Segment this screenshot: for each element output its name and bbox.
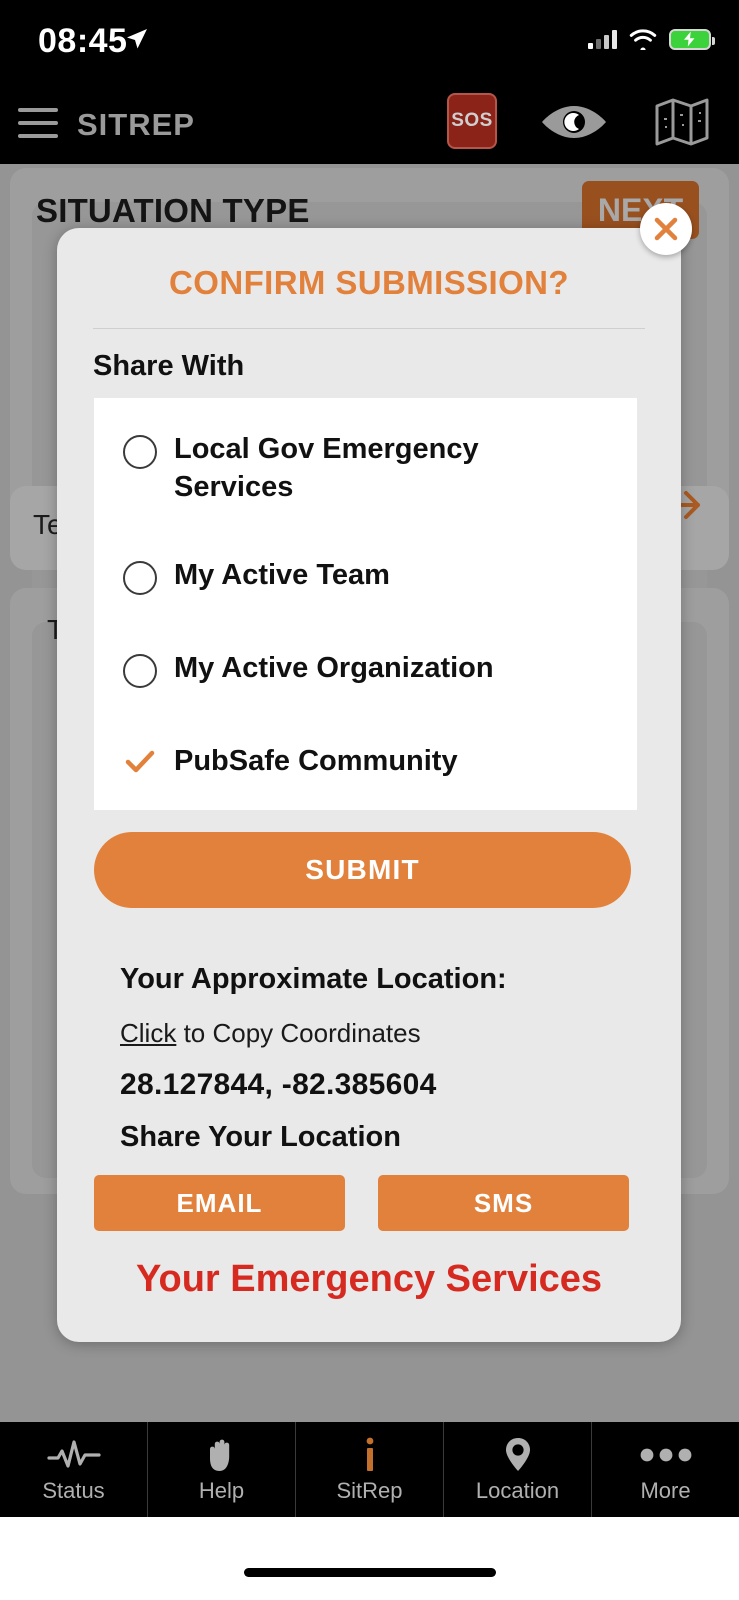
wifi-icon (629, 29, 657, 50)
radio-unchecked-icon[interactable] (123, 435, 157, 469)
hand-icon (205, 1436, 239, 1474)
checkmark-icon[interactable] (123, 745, 157, 779)
status-bar-indicators (588, 28, 715, 50)
ellipsis-icon (639, 1436, 693, 1474)
home-indicator-area (0, 1517, 739, 1600)
share-option-my-active-organization[interactable]: My Active Organization (94, 649, 637, 688)
tab-location[interactable]: Location (444, 1422, 592, 1517)
copy-coordinates-rest: to Copy Coordinates (176, 1018, 421, 1048)
location-arrow-icon (127, 29, 147, 49)
radio-unchecked-icon[interactable] (123, 561, 157, 595)
confirm-submission-modal: CONFIRM SUBMISSION? Share With Local Gov… (57, 228, 681, 1342)
share-option-label: My Active Organization (174, 652, 494, 684)
share-option-label: PubSafe Community (174, 745, 458, 777)
share-options-panel: Local Gov Emergency Services My Active T… (94, 398, 637, 810)
tab-label: Help (198, 1477, 245, 1503)
app-header-bar: SITREP (0, 82, 739, 164)
page-title: SITUATION TYPE (36, 192, 310, 229)
pulse-waveform-icon (46, 1436, 102, 1474)
night-vision-eye-icon[interactable] (538, 103, 610, 141)
radio-unchecked-icon[interactable] (123, 654, 157, 688)
email-share-button[interactable]: EMAIL (94, 1175, 345, 1231)
coordinates-value: 28.127844, -82.385604 (120, 1068, 437, 1101)
close-x-icon (654, 217, 678, 241)
modal-title: CONFIRM SUBMISSION? (169, 264, 569, 301)
tab-label: SitRep (336, 1477, 403, 1503)
hamburger-menu-icon[interactable] (18, 108, 58, 138)
tab-sitrep[interactable]: SitRep (296, 1422, 444, 1517)
map-pin-icon (503, 1436, 533, 1474)
status-bar-time: 08:45 (38, 22, 128, 60)
emergency-services-text: Your Emergency Services (135, 1258, 603, 1300)
info-i-icon (361, 1436, 379, 1474)
share-with-label: Share With (93, 350, 245, 382)
sos-button[interactable]: SOS (447, 93, 497, 149)
status-bar: 08:45 (0, 0, 739, 82)
share-option-my-active-team[interactable]: My Active Team (94, 556, 637, 595)
tab-label: Location (475, 1477, 560, 1503)
tab-label: Status (42, 1477, 105, 1503)
modal-divider (93, 328, 645, 329)
share-option-local-gov[interactable]: Local Gov Emergency Services (94, 430, 637, 506)
tab-help[interactable]: Help (148, 1422, 296, 1517)
cellular-signal-icon (588, 29, 617, 49)
map-icon[interactable] (655, 97, 709, 147)
share-option-label: Local Gov Emergency Services (174, 433, 479, 503)
copy-coordinates-click-word[interactable]: Click (120, 1018, 176, 1048)
submit-button[interactable]: SUBMIT (94, 832, 631, 908)
location-heading: Your Approximate Location: (120, 963, 507, 995)
share-option-pubsafe-community[interactable]: PubSafe Community (94, 742, 637, 780)
bottom-tab-bar: Status Help SitRep Location More (0, 1422, 739, 1517)
battery-charging-icon (669, 28, 715, 50)
tab-label: More (640, 1477, 691, 1503)
share-option-label: My Active Team (174, 559, 390, 591)
app-title: SITREP (77, 107, 195, 142)
copy-coordinates-link[interactable]: Click to Copy Coordinates (120, 1018, 421, 1049)
sms-share-button[interactable]: SMS (378, 1175, 629, 1231)
tab-more[interactable]: More (592, 1422, 739, 1517)
close-modal-button[interactable] (640, 203, 692, 255)
share-your-location-label: Share Your Location (120, 1121, 401, 1153)
tab-status[interactable]: Status (0, 1422, 148, 1517)
home-indicator[interactable] (243, 1568, 496, 1577)
